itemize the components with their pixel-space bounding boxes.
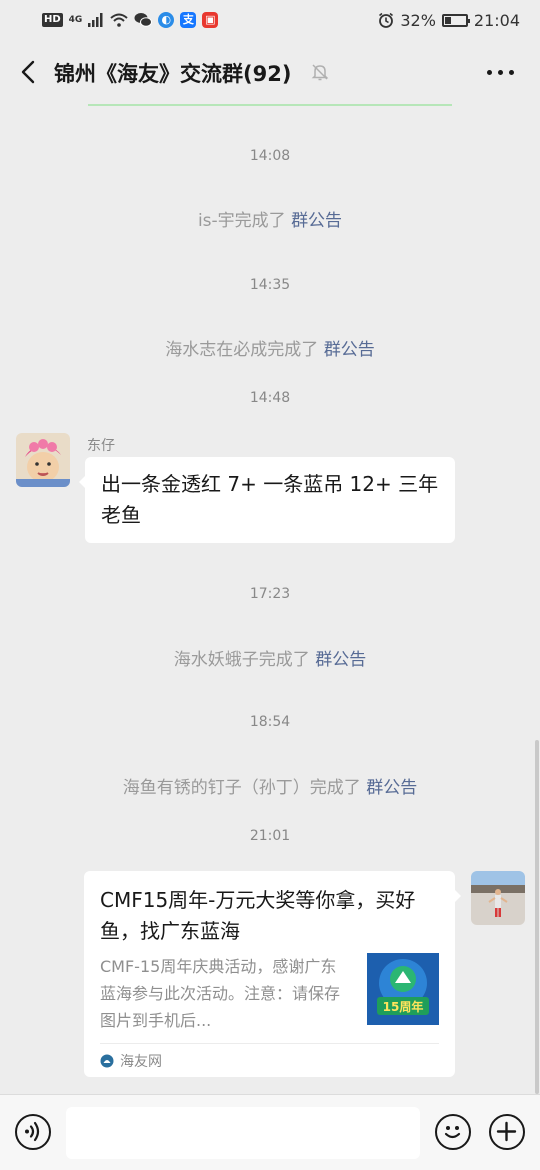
battery-icon [441,13,470,27]
avatar[interactable] [16,433,70,487]
message-list[interactable]: 14:08 is-宇完成了 群公告 14:35 海水志在必成完成了 群公告 14… [0,106,540,1094]
battery-percent: 32% [400,10,436,30]
back-button[interactable] [14,58,42,86]
alipay-icon: 支 [180,12,197,28]
qq-browser-icon: ◐ [158,12,175,28]
wifi-icon [110,13,128,27]
chat-header: 锦州《海友》交流群(92) [0,40,540,106]
system-message: 海水志在必成完成了 群公告 [0,335,540,360]
status-bar: HD 4G ◐ 支 ▣ 32% 21:04 [0,0,540,40]
plus-circle-icon [496,1121,517,1142]
message-bubble[interactable]: 出一条金透红 7+ 一条蓝吊 12+ 三年老鱼 [79,457,455,543]
input-bar [0,1094,540,1170]
group-notice-link[interactable]: 群公告 [315,650,366,670]
timestamp: 14:08 [249,148,291,164]
message-input[interactable] [66,1107,420,1159]
bell-off-icon [311,64,329,81]
group-notice-link[interactable]: 群公告 [366,778,417,798]
sender-name: 东仔 [87,438,115,454]
status-icons-right: 32% 21:04 [378,11,520,30]
system-message-text: 海水志在必成完成了 [165,340,324,360]
alarm-icon [379,12,394,28]
system-message-text: 海鱼有锈的钉子（孙丁）完成了 [122,778,367,798]
anniversary-logo: 15周年 [367,953,439,1025]
card-title: CMF15周年-万元大奖等你拿，买好鱼，找广东蓝海 [100,888,416,943]
more-features-button[interactable] [489,1114,525,1150]
voice-button[interactable] [15,1114,51,1150]
link-card[interactable]: CMF15周年-万元大奖等你拿，买好鱼，找广东蓝海 CMF-15周年庆典活动，感… [84,871,461,1077]
emoji-button[interactable] [435,1114,471,1150]
thumb-text: 15周年 [383,999,424,1014]
clock: 21:04 [473,10,520,30]
system-message: 海鱼有锈的钉子（孙丁）完成了 群公告 [0,773,540,798]
card-description: CMF-15周年庆典活动，感谢广东蓝海参与此次活动。注意：请保存图片到手机后..… [100,957,341,1030]
card-thumbnail: 15周年 [367,953,439,1025]
scrollbar[interactable] [535,740,539,1094]
system-message-text: is-宇完成了 [197,211,292,231]
timestamp: 21:01 [249,828,291,844]
chevron-left-icon [21,60,35,84]
card-divider [100,1043,439,1044]
page-title: 锦州《海友》交流群(92) [54,62,292,86]
group-notice-link[interactable]: 群公告 [324,340,375,360]
timestamp: 14:48 [249,390,291,406]
status-icons-left: HD 4G ◐ 支 ▣ [42,12,219,28]
train-app-icon: ▣ [202,12,219,28]
more-dot [498,70,503,75]
card-source: 海友网 [100,1051,162,1071]
timestamp: 17:23 [249,586,291,602]
my-avatar[interactable] [471,871,525,925]
smiley-icon [444,1126,461,1139]
group-notice-link[interactable]: 群公告 [291,211,342,231]
wechat-icon [134,13,153,27]
source-name: 海友网 [120,1054,162,1070]
timestamp: 18:54 [249,714,291,730]
more-dot [509,70,514,75]
more-button[interactable] [483,62,518,83]
hd-indicator: HD [42,13,63,27]
system-message: is-宇完成了 群公告 [0,206,540,231]
outdoor-photo [471,871,525,925]
timestamp: 14:35 [249,277,291,293]
system-message-text: 海水妖蛾子完成了 [173,650,316,670]
network-type: 4G [68,14,83,25]
voice-icon [25,1121,40,1142]
message-text: 出一条金透红 7+ 一条蓝吊 12+ 三年老鱼 [101,472,439,527]
source-logo-icon [100,1054,114,1068]
baby-photo [16,433,70,487]
more-dot [487,70,492,75]
signal-icon [88,13,103,27]
system-message: 海水妖蛾子完成了 群公告 [0,645,540,670]
